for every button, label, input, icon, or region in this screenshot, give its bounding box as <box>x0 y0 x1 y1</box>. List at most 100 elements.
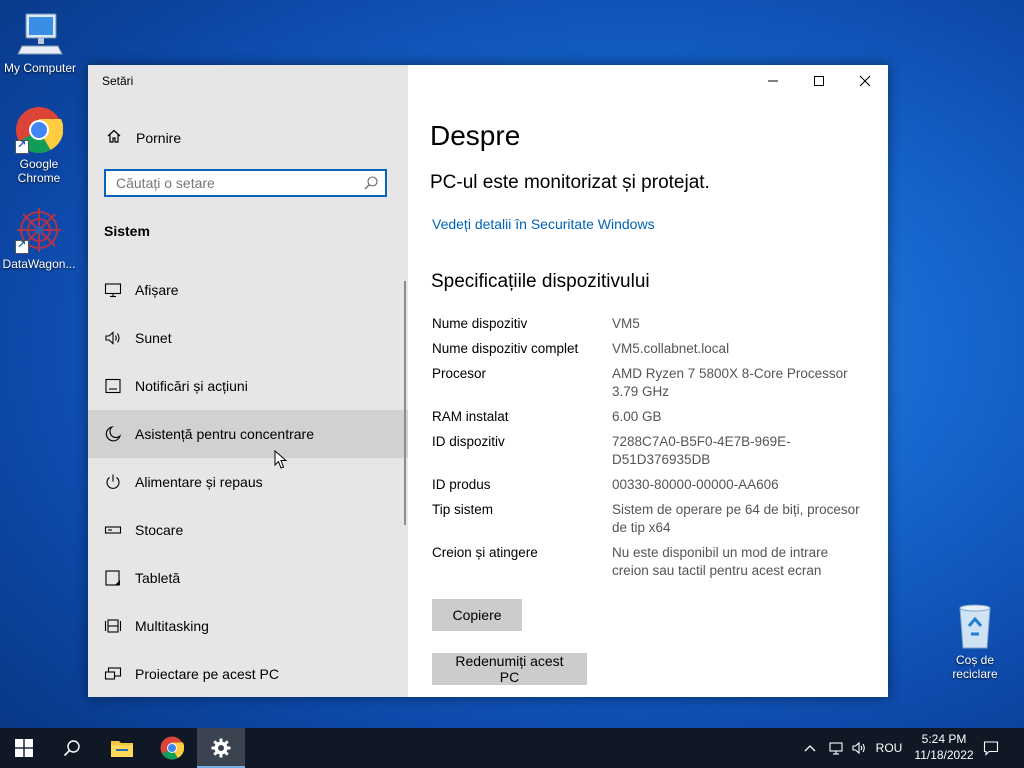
desktop-icon-label: Coș de reciclare <box>952 653 998 681</box>
spec-value: 7288C7A0-B5F0-4E7B-969E-D51D376935DB <box>612 434 791 467</box>
spec-key: Tip sistem <box>432 502 494 517</box>
start-button[interactable] <box>0 728 48 768</box>
settings-nav-pane: Setări Pornire Sistem Afișare <box>88 65 408 697</box>
nav-item-label: Alimentare și repaus <box>135 474 263 490</box>
spec-key: Nume dispozitiv <box>432 316 528 331</box>
desktop-icon-label: DataWagon... <box>2 257 76 271</box>
nav-item-notifications[interactable]: Notificări și acțiuni <box>88 362 408 410</box>
taskbar-settings[interactable] <box>197 728 245 768</box>
moon-icon <box>104 425 122 443</box>
taskbar-chrome[interactable] <box>148 728 196 768</box>
spec-row: RAM instalat 6.00 GB <box>432 408 872 426</box>
taskbar-file-explorer[interactable] <box>98 728 146 768</box>
search-icon <box>63 740 80 757</box>
settings-search-box[interactable] <box>104 169 387 197</box>
device-specs-table: Nume dispozitiv VM5 Nume dispozitiv comp… <box>432 315 872 580</box>
speaker-icon <box>104 329 122 347</box>
notification-icon <box>983 741 999 756</box>
display-icon <box>104 281 122 299</box>
chrome-icon <box>15 106 64 154</box>
tablet-icon <box>104 569 122 587</box>
clock-date: 11/18/2022 <box>914 748 974 762</box>
security-details-link[interactable]: Vedeți detalii în Securitate Windows <box>432 216 655 232</box>
spec-row: Procesor AMD Ryzen 7 5800X 8-Core Proces… <box>432 365 872 401</box>
spec-row: Tip sistem Sistem de operare pe 64 de bi… <box>432 501 872 537</box>
multitasking-icon <box>104 617 122 635</box>
page-title: Despre <box>430 120 521 151</box>
copy-button[interactable]: Copiere <box>432 599 522 631</box>
desktop-icon-label: My Computer <box>3 61 77 75</box>
folder-icon <box>111 741 133 757</box>
action-center-button[interactable] <box>980 728 1002 768</box>
nav-item-projecting[interactable]: Proiectare pe acest PC <box>88 650 408 698</box>
device-specs-heading: Specificațiile dispozitivului <box>431 271 650 292</box>
maximize-button[interactable] <box>796 65 842 97</box>
spec-row: Nume dispozitiv VM5 <box>432 315 872 333</box>
close-button[interactable] <box>842 65 888 97</box>
nav-home-button[interactable]: Pornire <box>88 123 408 153</box>
desktop-icon-recycle-bin[interactable]: Coș de reciclare <box>935 602 1015 681</box>
nav-item-label: Notificări și acțiuni <box>135 378 248 394</box>
spec-value: Nu este disponibil un mod de intrare cre… <box>612 545 829 578</box>
desktop-icon-google-chrome[interactable]: Google Chrome <box>0 106 79 185</box>
chevron-up-icon <box>804 745 816 752</box>
settings-search-input[interactable] <box>106 171 366 195</box>
tray-overflow-button[interactable] <box>801 728 819 768</box>
spec-row: Nume dispozitiv complet VM5.collabnet.lo… <box>432 340 872 358</box>
taskbar-clock[interactable]: 5:24 PM 11/18/2022 <box>904 731 984 763</box>
spec-key: ID produs <box>432 477 491 492</box>
about-page: Despre PC-ul este monitorizat și proteja… <box>408 65 888 697</box>
recycle-bin-icon <box>951 602 999 650</box>
nav-item-label: Proiectare pe acest PC <box>135 666 279 682</box>
tray-network-button[interactable] <box>825 728 847 768</box>
nav-home-label: Pornire <box>136 130 182 146</box>
clock-time: 5:24 PM <box>921 732 967 746</box>
nav-item-storage[interactable]: Stocare <box>88 506 408 554</box>
nav-item-label: Asistență pentru concentrare <box>135 426 314 442</box>
taskbar-search-button[interactable] <box>48 728 96 768</box>
nav-item-tablet[interactable]: Tabletă <box>88 554 408 602</box>
nav-item-display[interactable]: Afișare <box>88 266 408 314</box>
spec-row: ID produs 00330-80000-00000-AA606 <box>432 476 872 494</box>
nav-item-label: Multitasking <box>135 618 209 634</box>
spec-key: Nume dispozitiv complet <box>432 341 579 356</box>
nav-item-label: Tabletă <box>135 570 181 586</box>
security-status: PC-ul este monitorizat și protejat. <box>430 172 710 193</box>
power-icon <box>104 473 122 491</box>
home-icon <box>106 128 122 149</box>
nav-item-sound[interactable]: Sunet <box>88 314 408 362</box>
desktop-icon-datawagon[interactable]: DataWagon... <box>0 206 79 271</box>
spec-key: RAM instalat <box>432 409 509 424</box>
settings-window: Setări Pornire Sistem Afișare <box>88 65 888 697</box>
nav-item-power-sleep[interactable]: Alimentare și repaus <box>88 458 408 506</box>
search-icon[interactable] <box>363 175 379 196</box>
spec-value: VM5 <box>612 316 640 331</box>
rename-pc-button[interactable]: Redenumiți acest PC <box>432 653 587 685</box>
window-title: Setări <box>102 74 134 88</box>
desktop-icon-label: Google Chrome <box>17 157 61 185</box>
minimize-icon <box>768 80 778 82</box>
spec-key: Creion și atingere <box>432 545 538 560</box>
nav-section-heading: Sistem <box>104 223 150 239</box>
spec-row: ID dispozitiv 7288C7A0-B5F0-4E7B-969E-D5… <box>432 433 872 469</box>
maximize-icon <box>814 76 824 86</box>
minimize-button[interactable] <box>750 65 796 97</box>
desktop-icon-my-computer[interactable]: My Computer <box>0 10 80 75</box>
computer-icon <box>16 10 64 58</box>
gear-icon <box>211 738 231 758</box>
chrome-icon <box>160 736 184 760</box>
nav-item-label: Sunet <box>135 330 172 346</box>
taskbar: ROU 5:24 PM 11/18/2022 <box>0 728 1024 768</box>
tray-volume-button[interactable] <box>848 728 870 768</box>
spec-value: 6.00 GB <box>612 409 662 424</box>
nav-item-focus-assist[interactable]: Asistență pentru concentrare <box>88 410 408 469</box>
spec-value: VM5.collabnet.local <box>612 341 730 356</box>
nav-list: Afișare Sunet Notificări și acțiuni Asis… <box>88 266 408 698</box>
datawagon-icon <box>15 206 63 254</box>
nav-item-multitasking[interactable]: Multitasking <box>88 602 408 650</box>
spec-row: Creion și atingere Nu este disponibil un… <box>432 544 872 580</box>
spec-key: ID dispozitiv <box>432 434 505 449</box>
tray-language-indicator[interactable]: ROU <box>873 728 905 768</box>
nav-item-label: Afișare <box>135 282 179 298</box>
nav-scrollbar[interactable] <box>404 281 406 525</box>
